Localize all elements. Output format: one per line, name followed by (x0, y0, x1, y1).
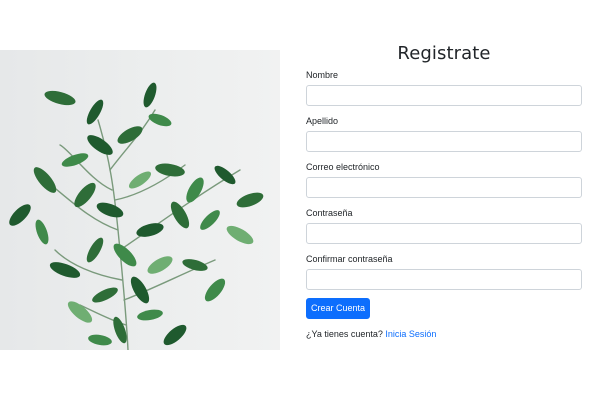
email-input[interactable] (306, 177, 582, 198)
registration-page: Registrate Nombre Apellido Correo electr… (0, 0, 600, 400)
first-name-label: Nombre (306, 70, 339, 80)
confirm-password-input[interactable] (306, 269, 582, 290)
password-label: Contraseña (306, 208, 353, 218)
password-input[interactable] (306, 223, 582, 244)
confirm-password-label: Confirmar contraseña (306, 254, 393, 264)
page-title: Registrate (397, 43, 491, 64)
create-account-button[interactable]: Crear Cuenta (306, 298, 370, 319)
login-link[interactable]: Inicia Sesión (385, 329, 436, 339)
plant-image (0, 50, 280, 350)
plant-illustration (9, 82, 264, 350)
email-label: Correo electrónico (306, 162, 380, 172)
last-name-input[interactable] (306, 131, 582, 152)
login-prompt: ¿Ya tienes cuenta? Inicia Sesión (306, 329, 436, 339)
login-prompt-text: ¿Ya tienes cuenta? (306, 329, 383, 339)
first-name-input[interactable] (306, 85, 582, 106)
last-name-label: Apellido (306, 116, 339, 126)
